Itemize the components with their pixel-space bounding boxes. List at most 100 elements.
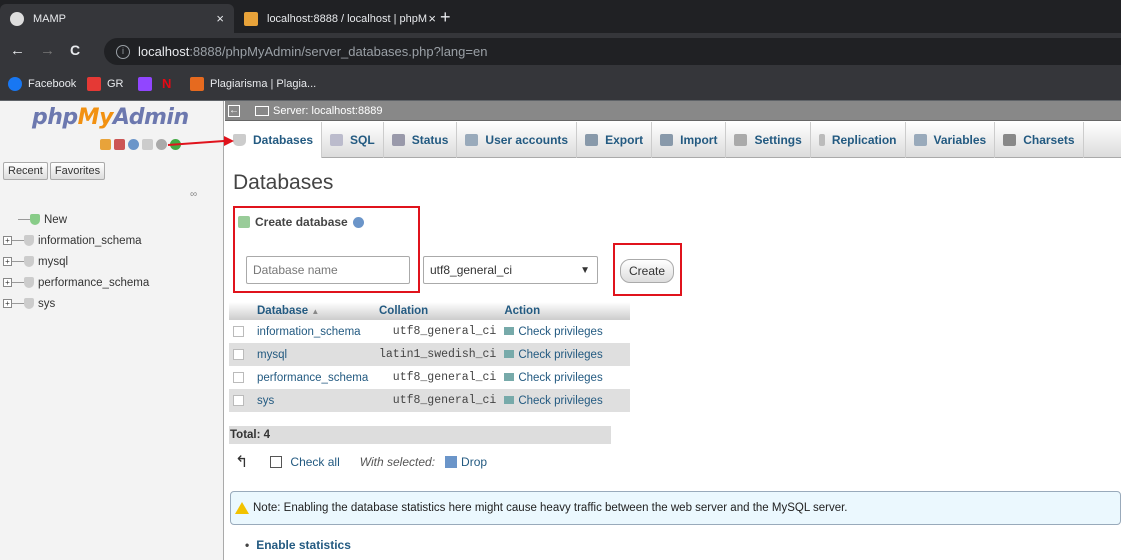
tab-label: Variables <box>933 133 987 147</box>
table-row: information_schema utf8_general_ci Check… <box>229 320 631 343</box>
replication-icon <box>818 134 825 146</box>
with-selected-label: With selected: <box>359 455 436 469</box>
expand-icon[interactable]: + <box>3 236 12 245</box>
note-banner: Note: Enabling the database statistics h… <box>230 491 1121 525</box>
recent-button[interactable]: Recent <box>3 162 48 180</box>
tree-line <box>12 282 24 283</box>
tab-replication[interactable]: Replication <box>811 122 906 158</box>
server-label[interactable]: Server: localhost:8889 <box>273 105 382 117</box>
note-text: Note: Enabling the database statistics h… <box>253 502 848 514</box>
tab-mamp[interactable]: MAMP × <box>0 4 234 33</box>
highlight-create-button <box>613 243 682 296</box>
bookmark-twitch[interactable] <box>138 77 158 91</box>
recent-favorites-tabs: Recent Favorites <box>3 162 106 180</box>
tree-label: mysql <box>38 255 69 268</box>
favorites-button[interactable]: Favorites <box>49 162 106 180</box>
drop-icon <box>445 456 458 468</box>
info-icon[interactable]: i <box>116 44 130 59</box>
bookmark-plagiarisma[interactable]: Plagiarisma | Plagia... <box>190 77 316 91</box>
tab-user-accounts[interactable]: User accounts <box>457 122 578 158</box>
action-label: Check privileges <box>518 325 603 338</box>
check-all-label[interactable]: Check all <box>290 455 339 469</box>
tab-import[interactable]: Import <box>652 122 727 158</box>
tree-item-information-schema[interactable]: + information_schema <box>0 230 220 251</box>
collation-select[interactable]: utf8_general_ci ▼ <box>423 256 598 284</box>
link-with-main-icon[interactable]: ∞ <box>190 189 197 200</box>
back-icon[interactable]: ← <box>10 42 25 59</box>
action-label: Check privileges <box>518 371 603 384</box>
home-icon[interactable] <box>100 139 111 150</box>
database-link[interactable]: sys <box>253 389 375 412</box>
tab-label: SQL <box>350 133 375 147</box>
action-label: Check privileges <box>518 394 603 407</box>
highlight-create-form <box>233 206 420 293</box>
tab-settings[interactable]: Settings <box>726 122 811 158</box>
close-tab-icon[interactable]: × <box>216 11 224 26</box>
row-checkbox[interactable] <box>233 371 244 383</box>
tab-export[interactable]: Export <box>577 122 653 158</box>
tree-line <box>12 261 24 262</box>
tab-label: Settings <box>754 133 802 147</box>
url-field[interactable]: i localhost:8888/phpMyAdmin/server_datab… <box>104 38 1121 65</box>
collation-value: utf8_general_ci <box>430 263 513 277</box>
tree-item-mysql[interactable]: + mysql <box>0 251 220 272</box>
enable-statistics-link[interactable]: Enable statistics <box>245 538 351 552</box>
collapse-nav-icon[interactable]: ← <box>228 104 240 117</box>
expand-icon[interactable]: + <box>3 299 12 308</box>
table-row: mysql latin1_swedish_ci Check privileges <box>229 343 631 366</box>
tree-line <box>18 219 30 220</box>
close-tab-icon[interactable]: × <box>428 11 436 26</box>
arrow-up-icon: ↰ <box>235 454 249 471</box>
tree-item-new[interactable]: New <box>0 209 220 230</box>
tree-line <box>12 240 24 241</box>
tree-label: performance_schema <box>38 276 150 289</box>
row-checkbox[interactable] <box>233 325 244 337</box>
check-privileges-link[interactable]: Check privileges <box>500 366 631 389</box>
tab-databases[interactable]: Databases <box>225 122 323 158</box>
gr-icon <box>87 77 101 91</box>
table-row: sys utf8_general_ci Check privileges <box>229 389 631 412</box>
tab-charsets[interactable]: Charsets <box>995 122 1084 158</box>
twitch-icon <box>138 77 152 91</box>
check-all-checkbox[interactable] <box>270 456 283 468</box>
forward-icon[interactable]: → <box>40 42 55 59</box>
logout-icon[interactable] <box>114 139 125 150</box>
tab-label: Charsets <box>1023 133 1075 147</box>
tab-variables[interactable]: Variables <box>906 122 996 158</box>
tree-item-sys[interactable]: + sys <box>0 293 220 314</box>
server-icon <box>255 105 269 116</box>
header-database[interactable]: Database ▲ <box>253 302 375 320</box>
database-icon <box>24 298 34 309</box>
row-checkbox[interactable] <box>233 394 244 406</box>
database-link[interactable]: information_schema <box>253 320 375 343</box>
tab-status[interactable]: Status <box>384 122 458 158</box>
user-accounts-icon <box>465 134 479 146</box>
tree-line <box>12 303 24 304</box>
tree-item-performance-schema[interactable]: + performance_schema <box>0 272 220 293</box>
total-row: Total: 4 <box>229 426 611 444</box>
chevron-down-icon: ▼ <box>580 265 590 276</box>
check-privileges-link[interactable]: Check privileges <box>500 320 631 343</box>
drop-button[interactable]: Drop <box>461 455 487 469</box>
help-icon[interactable] <box>128 139 139 150</box>
header-collation[interactable]: Collation <box>375 302 501 320</box>
check-privileges-link[interactable]: Check privileges <box>500 389 631 412</box>
bookmark-facebook[interactable]: Facebook <box>8 77 76 91</box>
tab-phpmyadmin[interactable]: localhost:8888 / localhost | phpM × <box>234 4 474 33</box>
row-checkbox[interactable] <box>233 348 244 360</box>
reload-icon[interactable]: C <box>70 42 80 58</box>
new-tab-button[interactable]: + <box>440 7 451 28</box>
warning-icon <box>235 502 249 514</box>
expand-icon[interactable]: + <box>3 278 12 287</box>
bookmark-gr[interactable]: GR <box>87 77 124 91</box>
browser-tab-bar: MAMP × localhost:8888 / localhost | phpM… <box>0 0 1121 33</box>
expand-icon[interactable]: + <box>3 257 12 266</box>
table-row: performance_schema utf8_general_ci Check… <box>229 366 631 389</box>
bookmark-netflix[interactable]: N <box>162 77 182 91</box>
database-link[interactable]: mysql <box>253 343 375 366</box>
database-link[interactable]: performance_schema <box>253 366 375 389</box>
docs-icon[interactable] <box>142 139 153 150</box>
phpmyadmin-logo[interactable]: phpMyAdmin <box>32 105 189 130</box>
check-privileges-link[interactable]: Check privileges <box>500 343 631 366</box>
tab-sql[interactable]: SQL <box>322 122 384 158</box>
